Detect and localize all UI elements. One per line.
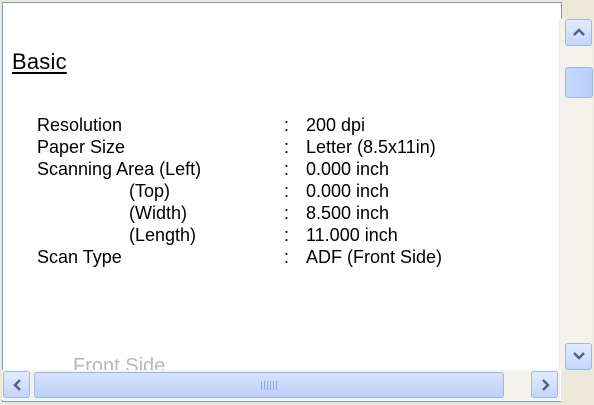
scroll-down-button[interactable] <box>565 343 592 370</box>
section-title-front-side: Front Side <box>73 355 166 371</box>
settings-content: Basic Resolution : 200 dpi Paper Size : … <box>3 3 561 371</box>
row-label-scanning-area-left: Scanning Area (Left) <box>37 159 202 179</box>
row-value-paper-size: Letter (8.5x11in) <box>306 137 436 157</box>
row-colon: : <box>284 159 290 179</box>
row-label-length: (Length) <box>129 225 197 245</box>
row-label-width: (Width) <box>129 203 187 223</box>
row-colon: : <box>284 137 290 157</box>
row-value-resolution: 200 dpi <box>306 115 366 135</box>
vertical-scroll-thumb[interactable] <box>565 67 593 98</box>
arrow-right-icon <box>542 379 550 391</box>
row-value-top: 0.000 inch <box>306 181 390 201</box>
horizontal-scrollbar[interactable] <box>2 370 560 400</box>
row-colon: : <box>284 203 290 223</box>
row-value-scan-type: ADF (Front Side) <box>306 247 443 267</box>
scroll-left-button[interactable] <box>3 371 30 398</box>
arrow-up-icon <box>573 28 585 36</box>
scroll-up-button[interactable] <box>565 19 592 46</box>
scrollbar-corner <box>561 370 594 405</box>
scroll-right-button[interactable] <box>531 371 558 398</box>
row-value-width: 8.500 inch <box>306 203 390 223</box>
row-colon: : <box>284 247 290 267</box>
row-value-length: 11.000 inch <box>306 225 398 245</box>
row-colon: : <box>284 115 290 135</box>
row-colon: : <box>284 181 290 201</box>
row-value-scanning-area-left: 0.000 inch <box>306 159 390 179</box>
arrow-down-icon <box>573 352 585 360</box>
arrow-left-icon <box>13 379 21 391</box>
vertical-scrollbar[interactable] <box>559 19 593 370</box>
section-title-basic: Basic <box>12 49 67 74</box>
horizontal-scroll-thumb[interactable] <box>34 372 504 398</box>
grip-icon <box>261 381 279 390</box>
row-label-scan-type: Scan Type <box>37 247 122 267</box>
row-label-paper-size: Paper Size <box>37 137 126 157</box>
row-label-resolution: Resolution <box>37 115 123 135</box>
row-label-top: (Top) <box>129 181 171 201</box>
settings-panel: Basic Resolution : 200 dpi Paper Size : … <box>2 2 562 402</box>
row-colon: : <box>284 225 290 245</box>
